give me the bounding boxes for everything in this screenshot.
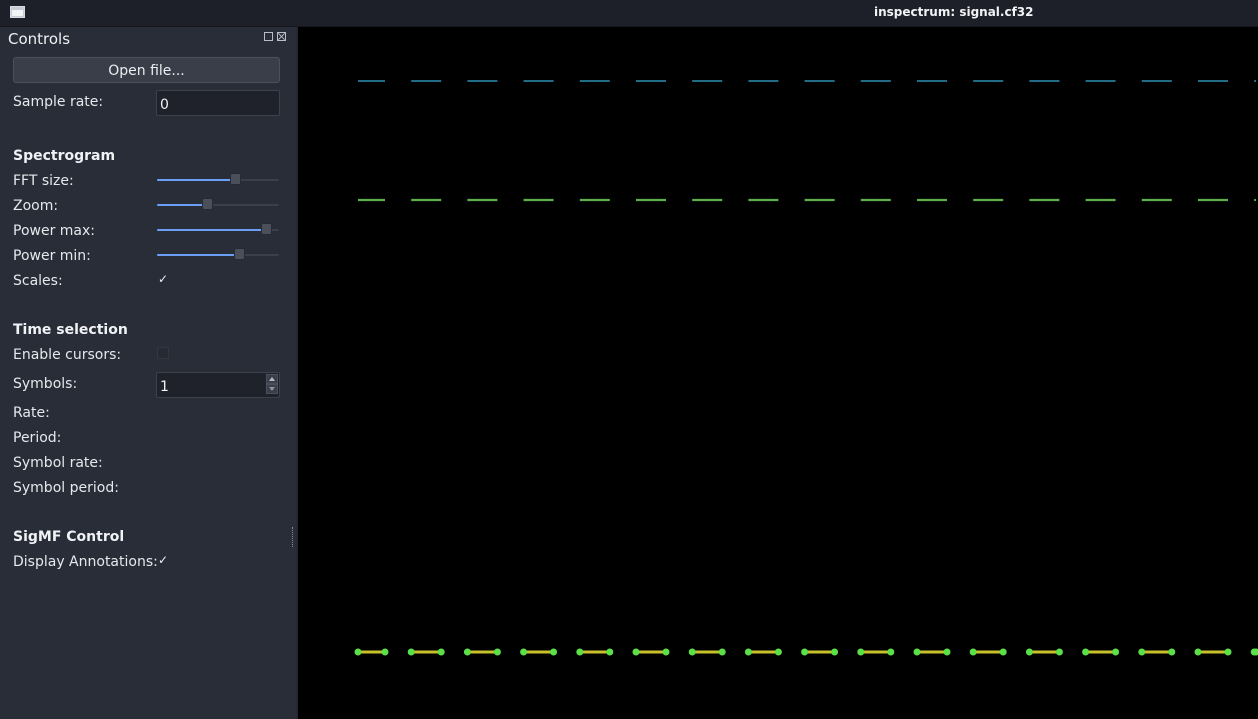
burst-bottom-band-edge bbox=[632, 648, 640, 656]
zoom-slider-fill bbox=[157, 204, 208, 206]
burst-bottom-band-edge bbox=[1224, 648, 1232, 656]
title-bar: inspectrum: signal.cf32 bbox=[0, 0, 1258, 27]
zoom-slider-handle[interactable] bbox=[202, 198, 214, 210]
burst-bottom-band-edge bbox=[354, 648, 362, 656]
spectrogram-heading: Spectrogram bbox=[13, 148, 116, 164]
dock-title: Controls bbox=[8, 30, 71, 48]
burst-bottom-band-edge bbox=[381, 648, 389, 656]
burst-bottom-band-edge bbox=[437, 648, 445, 656]
burst-bottom-band-edge bbox=[969, 648, 977, 656]
window-title: inspectrum: signal.cf32 bbox=[874, 5, 1034, 19]
sample-rate-label: Sample rate: bbox=[13, 94, 104, 110]
symbols-label: Symbols: bbox=[13, 376, 78, 392]
time-selection-heading: Time selection bbox=[13, 322, 128, 338]
power-min-slider-fill bbox=[157, 254, 239, 256]
dock-float-icon[interactable] bbox=[264, 32, 273, 41]
power-max-slider-handle[interactable] bbox=[260, 223, 272, 235]
power-max-slider[interactable] bbox=[157, 222, 279, 238]
enable-cursors-label: Enable cursors: bbox=[13, 347, 122, 363]
burst-bottom-band-edge bbox=[744, 648, 752, 656]
dock-close-icon[interactable] bbox=[277, 32, 286, 41]
burst-bottom-band-edge bbox=[857, 648, 865, 656]
display-annotations-checkbox[interactable]: ✓ bbox=[157, 554, 169, 566]
burst-bottom-band-edge bbox=[999, 648, 1007, 656]
burst-bottom-band-edge bbox=[1168, 648, 1176, 656]
fft-size-slider[interactable] bbox=[157, 172, 279, 188]
burst-bottom-band-edge bbox=[520, 648, 528, 656]
period-label: Period: bbox=[13, 430, 62, 446]
burst-bottom-band-edge bbox=[943, 648, 951, 656]
symbols-spinbox[interactable] bbox=[156, 372, 280, 398]
burst-bottom-band-edge bbox=[688, 648, 696, 656]
burst-bottom-band-edge bbox=[831, 648, 839, 656]
power-max-slider-fill bbox=[157, 229, 266, 231]
burst-bottom-band-edge bbox=[662, 648, 670, 656]
spin-down-arrow-icon[interactable] bbox=[266, 384, 278, 394]
power-min-slider-handle[interactable] bbox=[233, 248, 245, 260]
burst-bottom-band-edge bbox=[1082, 648, 1090, 656]
open-file-button[interactable]: Open file... bbox=[13, 57, 280, 83]
spin-up-arrow-icon[interactable] bbox=[266, 374, 278, 384]
burst-bottom-band-edge bbox=[1194, 648, 1202, 656]
fft-size-label: FFT size: bbox=[13, 173, 74, 189]
burst-bottom-band-edge bbox=[718, 648, 726, 656]
fft-size-slider-fill bbox=[157, 179, 236, 181]
burst-bottom-band-edge bbox=[606, 648, 614, 656]
zoom-slider[interactable] bbox=[157, 197, 279, 213]
scales-label: Scales: bbox=[13, 273, 63, 289]
burst-bottom-band-edge bbox=[576, 648, 584, 656]
fft-size-slider-handle[interactable] bbox=[230, 173, 242, 185]
symbol-period-label: Symbol period: bbox=[13, 480, 119, 496]
burst-bottom-band-edge bbox=[407, 648, 415, 656]
power-min-label: Power min: bbox=[13, 248, 91, 264]
app-window-icon bbox=[10, 6, 25, 18]
enable-cursors-checkbox[interactable] bbox=[157, 347, 169, 359]
rate-label: Rate: bbox=[13, 405, 50, 421]
burst-bottom-band-edge bbox=[550, 648, 558, 656]
sample-rate-input[interactable] bbox=[156, 90, 280, 116]
scales-checkbox[interactable]: ✓ bbox=[157, 273, 169, 285]
spectrogram-plot bbox=[354, 80, 1258, 656]
burst-bottom-band-edge bbox=[493, 648, 501, 656]
burst-bottom-band-edge bbox=[1055, 648, 1063, 656]
symbol-rate-label: Symbol rate: bbox=[13, 455, 103, 471]
burst-bottom-band-edge bbox=[887, 648, 895, 656]
controls-dock: Controls Open file... Sample rate: Spect… bbox=[0, 27, 296, 719]
splitter-handle[interactable] bbox=[292, 527, 295, 547]
zoom-label: Zoom: bbox=[13, 198, 59, 214]
burst-bottom-band-edge bbox=[774, 648, 782, 656]
burst-bottom-band-edge bbox=[913, 648, 921, 656]
spectrogram-view[interactable] bbox=[298, 27, 1258, 719]
power-min-slider[interactable] bbox=[157, 247, 279, 263]
sigmf-control-heading: SigMF Control bbox=[13, 529, 125, 545]
power-max-label: Power max: bbox=[13, 223, 95, 239]
burst-bottom-band-edge bbox=[801, 648, 809, 656]
display-annotations-label: Display Annotations: bbox=[13, 554, 158, 570]
burst-bottom-band-edge bbox=[1112, 648, 1120, 656]
burst-bottom-band-edge bbox=[1138, 648, 1146, 656]
burst-bottom-band-edge bbox=[1025, 648, 1033, 656]
burst-bottom-band-edge bbox=[463, 648, 471, 656]
